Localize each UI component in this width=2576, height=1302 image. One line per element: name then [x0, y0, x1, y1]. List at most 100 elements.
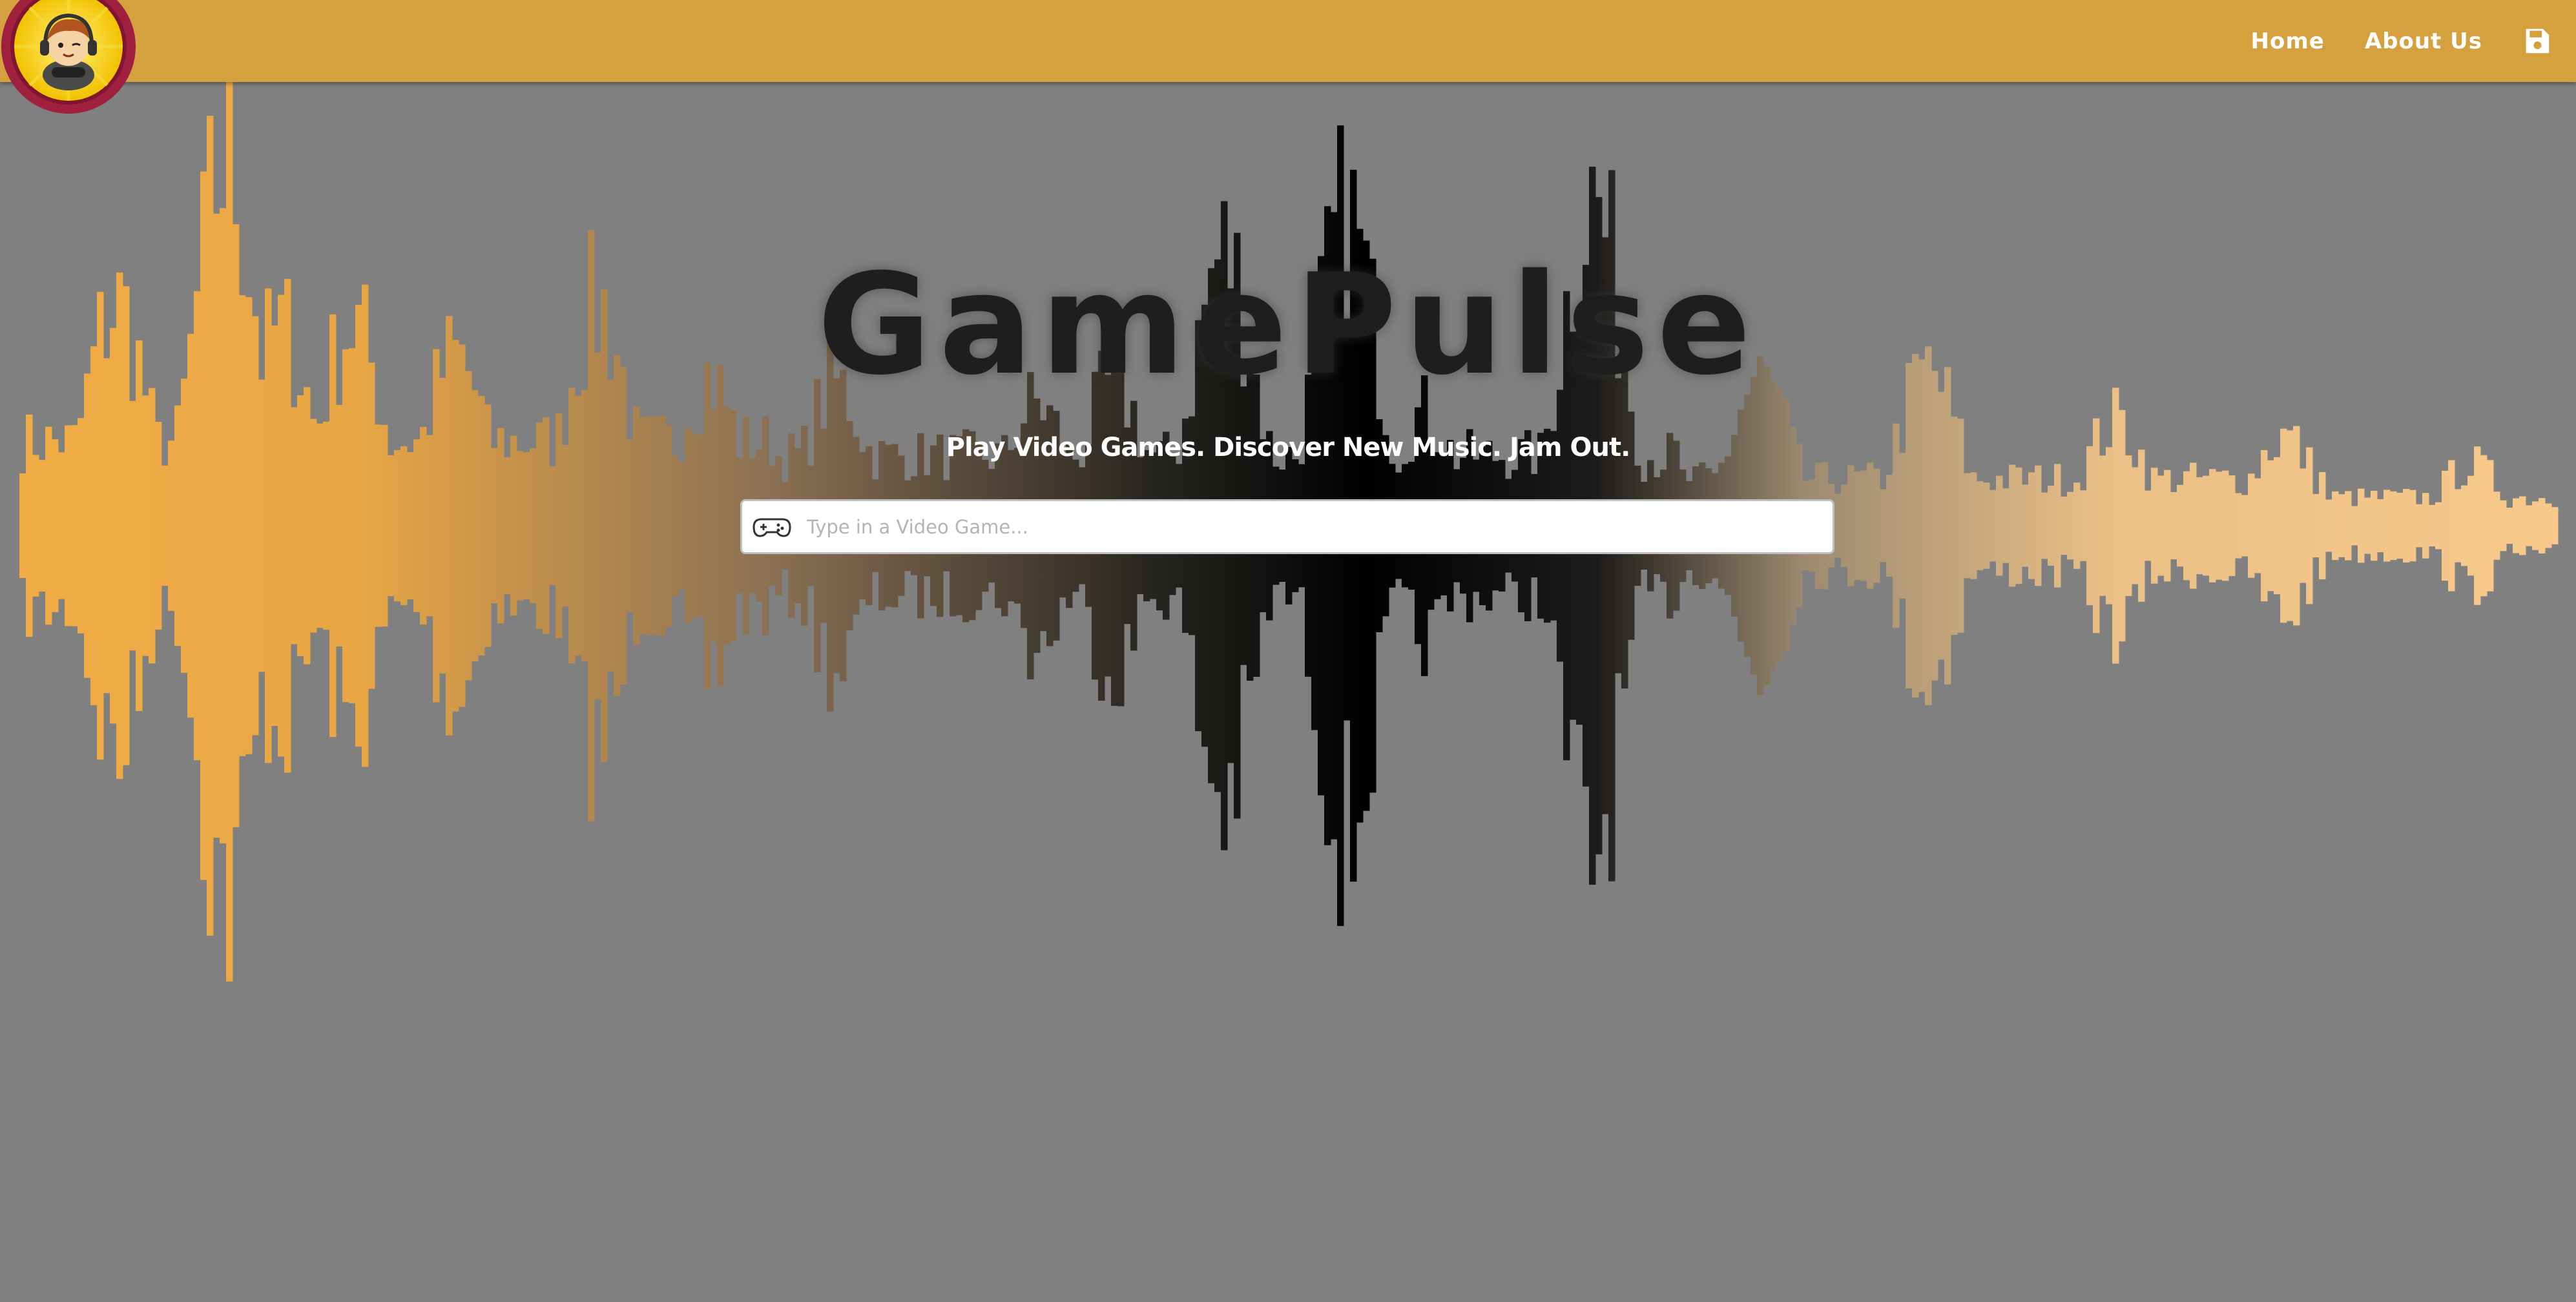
waveform-bar: [2022, 484, 2029, 567]
waveform-bar: [2500, 500, 2507, 552]
waveform-bar: [2222, 470, 2229, 581]
waveform-bar: [1873, 468, 1880, 583]
waveform-bar: [562, 445, 569, 606]
waveform-bar: [407, 452, 414, 599]
waveform-bar: [2145, 490, 2152, 561]
waveform-bar: [1899, 453, 1906, 599]
waveform-bar: [1860, 470, 1867, 581]
waveform-bar: [2461, 485, 2468, 566]
waveform-bar: [368, 362, 375, 689]
waveform-bar: [2216, 471, 2223, 580]
waveform-bar: [394, 450, 401, 602]
waveform-bar: [2106, 447, 2113, 604]
waveform-bar: [2506, 508, 2513, 544]
waveform-bar: [2228, 475, 2236, 576]
waveform-bar: [627, 439, 634, 612]
waveform-bar: [1925, 346, 1932, 705]
waveform-bar: [58, 452, 65, 599]
waveform-bar: [2248, 473, 2255, 578]
waveform-bar: [620, 367, 627, 685]
waveform-bar: [349, 348, 356, 703]
waveform-bar: [594, 352, 601, 699]
waveform-bar: [90, 346, 98, 705]
waveform-bar: [433, 349, 440, 703]
waveform-bar: [32, 455, 39, 597]
waveform-bar: [549, 466, 556, 585]
waveform-bar: [136, 340, 143, 711]
waveform-bar: [2545, 503, 2552, 548]
waveform-bar: [2157, 475, 2165, 576]
waveform-bar: [413, 439, 421, 612]
game-search-bar[interactable]: [740, 499, 1834, 554]
waveform-bar: [2539, 498, 2546, 553]
waveform-bar: [2351, 506, 2358, 546]
waveform-bar: [2377, 499, 2384, 553]
waveform-bar: [1983, 482, 1990, 569]
waveform-bar: [523, 452, 530, 599]
waveform-bar: [581, 390, 588, 661]
waveform-bar: [2435, 502, 2442, 550]
nav-home-link[interactable]: Home: [2251, 28, 2325, 54]
waveform-bar: [1977, 481, 1984, 570]
waveform-bar: [2261, 450, 2268, 602]
waveform-bar: [226, 82, 233, 982]
search-input[interactable]: [805, 503, 1833, 550]
waveform-bar: [2455, 489, 2462, 563]
waveform-bar: [2409, 490, 2416, 562]
waveform-bar: [2209, 469, 2216, 583]
nav-about-link[interactable]: About Us: [2365, 28, 2482, 54]
waveform-bar: [2041, 492, 2048, 559]
waveform-bar: [1847, 465, 1854, 586]
waveform-bar: [168, 440, 175, 611]
waveform-bar: [181, 378, 188, 673]
waveform-bar: [207, 116, 214, 936]
waveform-bar: [2300, 468, 2307, 583]
waveform-bar: [2048, 486, 2055, 566]
waveform-bar: [717, 365, 724, 687]
waveform-bar: [2067, 491, 2074, 560]
waveform-bar: [2170, 491, 2177, 560]
waveform-bar: [2254, 478, 2261, 574]
waveform-bar: [84, 373, 91, 678]
top-nav-bar: [0, 0, 2576, 82]
waveform-bar: [2061, 496, 2068, 555]
waveform-bar: [2132, 467, 2139, 584]
waveform-bar: [258, 379, 265, 672]
waveform-bar: [2422, 493, 2429, 559]
waveform-bar: [2448, 460, 2455, 592]
page-title: GamePulse: [817, 243, 1759, 406]
waveform-bar: [2480, 455, 2488, 597]
waveform-bar: [2390, 491, 2397, 561]
waveform-bar: [491, 448, 498, 604]
waveform-bar: [2551, 507, 2559, 544]
waveform-bar: [103, 358, 110, 694]
waveform-bar: [2487, 460, 2494, 592]
waveform-bar: [2319, 472, 2326, 579]
waveform-bar: [678, 462, 685, 590]
waveform-bar: [1834, 493, 1842, 558]
waveform-bar: [52, 439, 59, 612]
waveform-bar: [2086, 446, 2093, 606]
gamer-avatar-logo[interactable]: [0, 0, 137, 115]
waveform-bar: [1886, 475, 1893, 577]
waveform-bar: [19, 473, 26, 579]
waveform-bar: [704, 362, 711, 689]
gamepad-icon: [753, 518, 791, 537]
waveform-bar: [2241, 495, 2249, 557]
waveform-bar: [2429, 504, 2436, 547]
waveform-bar: [2532, 501, 2539, 550]
waveform-bar: [2526, 505, 2533, 546]
waveform-bar: [2196, 477, 2203, 575]
waveform-bar: [2442, 470, 2449, 581]
waveform-bar: [2332, 491, 2339, 561]
floppy-disk-icon[interactable]: [2522, 26, 2551, 56]
waveform-bar: [2177, 484, 2184, 567]
waveform-bar: [2183, 471, 2190, 581]
waveform-bar: [2080, 490, 2087, 561]
waveform-bar: [2416, 504, 2423, 548]
waveform-bar: [2493, 491, 2500, 560]
waveform-bar: [530, 448, 537, 603]
waveform-bar: [2312, 493, 2320, 558]
waveform-bar: [2371, 490, 2378, 561]
waveform-bar: [2513, 498, 2520, 553]
